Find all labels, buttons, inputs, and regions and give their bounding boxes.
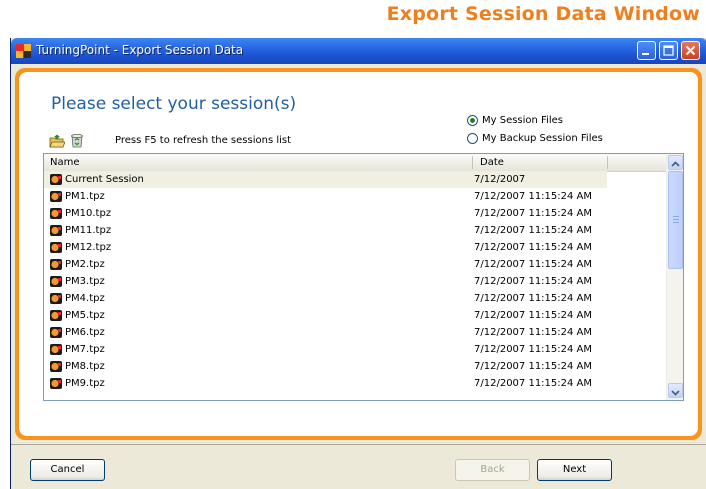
session-row[interactable]: PM4.tpz 7/12/2007 11:15:24 AM bbox=[44, 290, 666, 307]
session-date: 7/12/2007 11:15:24 AM bbox=[474, 208, 593, 219]
open-folder-icon[interactable] bbox=[49, 134, 65, 148]
close-button[interactable] bbox=[681, 41, 700, 60]
close-icon bbox=[685, 45, 696, 56]
session-date: 7/12/2007 11:15:24 AM bbox=[474, 378, 593, 389]
scroll-thumb[interactable] bbox=[668, 171, 683, 269]
session-file-icon bbox=[50, 191, 62, 202]
session-name: PM4.tpz bbox=[65, 293, 105, 304]
session-file-icon bbox=[50, 378, 62, 389]
session-name: PM10.tpz bbox=[65, 208, 112, 219]
session-row[interactable]: PM2.tpz 7/12/2007 11:15:24 AM bbox=[44, 256, 666, 273]
session-row[interactable]: PM9.tpz 7/12/2007 11:15:24 AM bbox=[44, 375, 666, 392]
session-file-icon bbox=[50, 208, 62, 219]
minimize-button[interactable] bbox=[637, 41, 656, 60]
session-name: PM6.tpz bbox=[65, 327, 105, 338]
session-name: PM11.tpz bbox=[65, 225, 112, 236]
session-date: 7/12/2007 11:15:24 AM bbox=[474, 361, 593, 372]
session-date: 7/12/2007 11:15:24 AM bbox=[474, 191, 593, 202]
session-name: PM2.tpz bbox=[65, 259, 105, 270]
window-title: TurningPoint - Export Session Data bbox=[36, 43, 244, 57]
session-file-icon bbox=[50, 276, 62, 287]
page-caption: Export Session Data Window bbox=[386, 3, 700, 25]
chevron-down-icon bbox=[671, 390, 680, 396]
radio-label: My Backup Session Files bbox=[482, 133, 603, 144]
turningpoint-app-icon bbox=[16, 44, 31, 58]
scroll-down-button[interactable] bbox=[668, 383, 683, 398]
session-file-icon bbox=[50, 344, 62, 355]
list-header: Name Date bbox=[44, 154, 666, 172]
thumb-grip bbox=[673, 222, 679, 223]
scroll-up-button[interactable] bbox=[668, 155, 683, 170]
session-row[interactable]: PM12.tpz 7/12/2007 11:15:24 AM bbox=[44, 239, 666, 256]
session-row[interactable]: PM7.tpz 7/12/2007 11:15:24 AM bbox=[44, 341, 666, 358]
maximize-icon bbox=[663, 45, 674, 56]
session-file-icon bbox=[50, 327, 62, 338]
content-panel-border: Please select your session(s) My Session… bbox=[15, 68, 702, 440]
session-name: PM7.tpz bbox=[65, 344, 105, 355]
session-file-icon bbox=[50, 174, 62, 185]
radio-label: My Session Files bbox=[482, 115, 564, 126]
session-file-icon bbox=[50, 242, 62, 253]
session-name: PM8.tpz bbox=[65, 361, 105, 372]
session-rows: Current Session 7/12/2007 PM1.tpz 7/12/2007… bbox=[44, 171, 666, 392]
session-row[interactable]: PM10.tpz 7/12/2007 11:15:24 AM bbox=[44, 205, 666, 222]
session-file-icon bbox=[50, 361, 62, 372]
chevron-up-icon bbox=[671, 161, 680, 167]
radio-my-backup-session-files[interactable] bbox=[467, 133, 478, 144]
back-button[interactable]: Back bbox=[455, 459, 530, 481]
vertical-scrollbar[interactable] bbox=[666, 154, 683, 400]
session-name: PM3.tpz bbox=[65, 276, 105, 287]
page-heading: Please select your session(s) bbox=[51, 94, 297, 114]
radio-my-session-files[interactable] bbox=[467, 115, 478, 126]
session-date: 7/12/2007 11:15:24 AM bbox=[474, 242, 593, 253]
thumb-grip bbox=[673, 219, 679, 220]
session-date: 7/12/2007 11:15:24 AM bbox=[474, 327, 593, 338]
session-row[interactable]: PM5.tpz 7/12/2007 11:15:24 AM bbox=[44, 307, 666, 324]
session-date: 7/12/2007 11:15:24 AM bbox=[474, 293, 593, 304]
refresh-hint: Press F5 to refresh the sessions list bbox=[115, 135, 292, 146]
session-row[interactable]: Current Session 7/12/2007 bbox=[44, 171, 607, 188]
session-row[interactable]: PM1.tpz 7/12/2007 11:15:24 AM bbox=[44, 188, 666, 205]
next-button[interactable]: Next bbox=[537, 459, 612, 481]
session-date: 7/12/2007 11:15:24 AM bbox=[474, 310, 593, 321]
session-date: 7/12/2007 11:15:24 AM bbox=[474, 225, 593, 236]
column-divider[interactable] bbox=[472, 156, 473, 169]
cancel-button[interactable]: Cancel bbox=[30, 459, 105, 481]
session-name: PM1.tpz bbox=[65, 191, 105, 202]
my-session-files-option[interactable]: My Session Files bbox=[467, 115, 563, 126]
session-date: 7/12/2007 11:15:24 AM bbox=[474, 276, 593, 287]
session-row[interactable]: PM3.tpz 7/12/2007 11:15:24 AM bbox=[44, 273, 666, 290]
session-file-icon bbox=[50, 225, 62, 236]
session-name: PM5.tpz bbox=[65, 310, 105, 321]
recycle-bin-icon[interactable] bbox=[70, 132, 84, 148]
title-bar[interactable]: TurningPoint - Export Session Data bbox=[11, 38, 706, 64]
column-header-name[interactable]: Name bbox=[50, 157, 80, 168]
column-header-date[interactable]: Date bbox=[480, 157, 504, 168]
session-date: 7/12/2007 bbox=[474, 174, 526, 185]
my-backup-session-files-option[interactable]: My Backup Session Files bbox=[467, 133, 603, 144]
session-date: 7/12/2007 11:15:24 AM bbox=[474, 259, 593, 270]
thumb-grip bbox=[673, 216, 679, 217]
session-name: PM9.tpz bbox=[65, 378, 105, 389]
session-row[interactable]: PM8.tpz 7/12/2007 11:15:24 AM bbox=[44, 358, 666, 375]
minimize-icon bbox=[642, 53, 649, 55]
session-file-icon bbox=[50, 293, 62, 304]
session-name: PM12.tpz bbox=[65, 242, 112, 253]
content-panel: Please select your session(s) My Session… bbox=[19, 72, 698, 436]
export-session-window: TurningPoint - Export Session Data Pleas… bbox=[10, 38, 706, 489]
footer-divider bbox=[11, 444, 706, 445]
session-file-icon bbox=[50, 310, 62, 321]
sessions-list[interactable]: Name Date Current Session 7/12/2007 PM1.tp… bbox=[43, 153, 684, 401]
session-name: Current Session bbox=[65, 174, 144, 185]
session-row[interactable]: PM11.tpz 7/12/2007 11:15:24 AM bbox=[44, 222, 666, 239]
column-divider[interactable] bbox=[607, 156, 608, 169]
session-row[interactable]: PM6.tpz 7/12/2007 11:15:24 AM bbox=[44, 324, 666, 341]
session-file-icon bbox=[50, 259, 62, 270]
session-date: 7/12/2007 11:15:24 AM bbox=[474, 344, 593, 355]
maximize-button[interactable] bbox=[659, 41, 678, 60]
